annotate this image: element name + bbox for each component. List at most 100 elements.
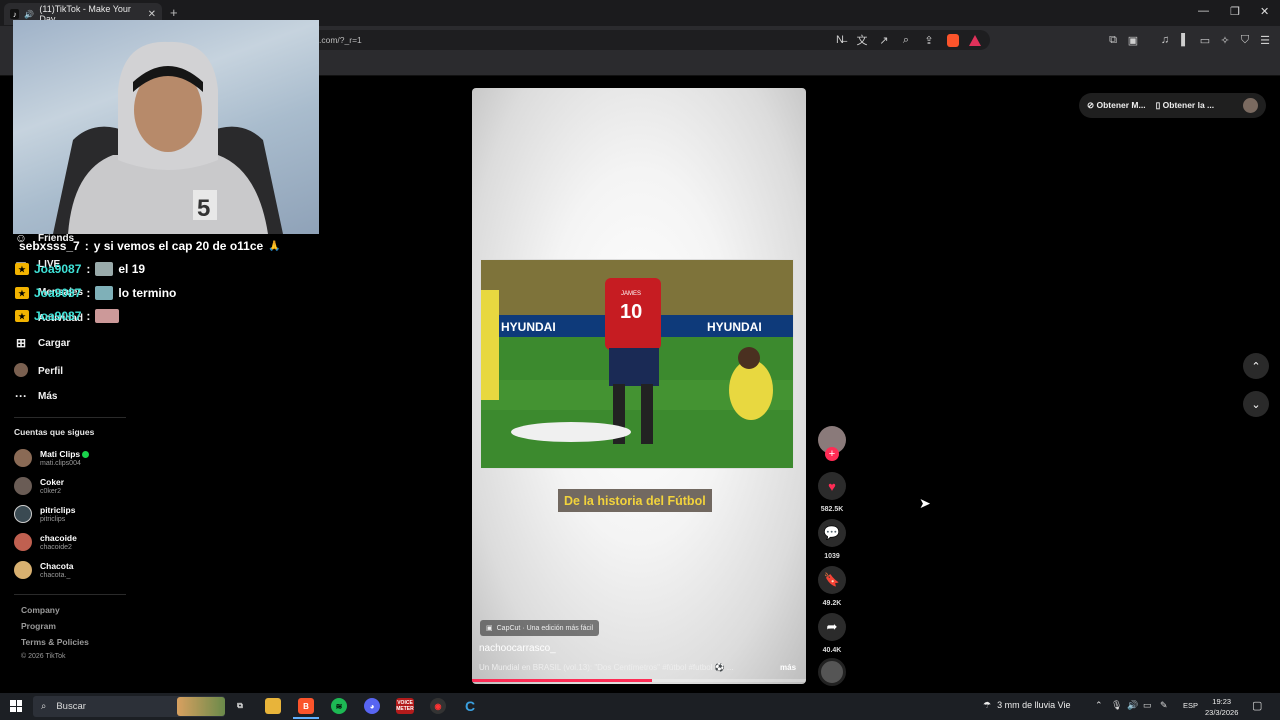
sidebar-item-more[interactable]: ··· Más — [14, 389, 57, 403]
following-account[interactable]: Mati Clips mati.clips004 — [14, 449, 90, 467]
active-app-indicator — [293, 717, 319, 719]
minimize-icon[interactable]: — — [1198, 5, 1209, 17]
restore-icon[interactable]: ❐ — [1230, 5, 1240, 18]
taskbar-search[interactable]: ⌕ Buscar — [33, 696, 225, 717]
board-text: HYUNDAI — [501, 320, 556, 334]
following-title: Cuentas que sigues — [14, 427, 95, 437]
capcut-app-icon[interactable]: C — [462, 698, 478, 714]
windows-start-icon[interactable] — [10, 700, 22, 712]
share-button[interactable]: ➦ 40.4K — [817, 613, 847, 654]
sidebar-item-upload[interactable]: ⊞ Cargar — [14, 336, 70, 350]
chevron-up-icon: ⌃ — [1251, 360, 1261, 373]
account-handle: chacoide2 — [40, 544, 72, 551]
tiktok-icon: ♪ — [10, 9, 20, 19]
network-icon[interactable]: ▭ — [1143, 700, 1152, 711]
close-icon[interactable]: ✕ — [1260, 5, 1269, 18]
get-app-button[interactable]: ⊘ Obtener M... — [1087, 100, 1146, 111]
jersey-number: 10 — [620, 301, 642, 323]
brave-shield-icon[interactable] — [946, 33, 960, 47]
obs-icon[interactable]: ◉ — [430, 698, 446, 714]
football-clip: HYUNDAI HYUNDAI JAMES 10 — [480, 259, 794, 469]
footer-program-link[interactable]: Program — [21, 621, 56, 631]
comment-button[interactable]: 💬 1039 — [817, 519, 847, 560]
chat-message: sebxsss_7 : y si vemos el cap 20 de o11c… — [19, 239, 281, 253]
new-tab-button[interactable]: + — [170, 5, 178, 20]
share-icon[interactable]: ⇪ — [922, 33, 936, 47]
following-account[interactable]: chacoide chacoide2 — [14, 533, 77, 551]
like-button[interactable]: ♥ 582.5K — [817, 472, 847, 513]
following-account[interactable]: Chacota chacota._ — [14, 561, 74, 579]
sidebar-icon[interactable]: ▌ — [1178, 33, 1192, 47]
author-avatar-button[interactable]: + — [817, 426, 847, 461]
brave-browser-icon[interactable]: B — [298, 698, 314, 714]
video-player[interactable]: HYUNDAI HYUNDAI JAMES 10 De la historia … — [472, 88, 806, 684]
footer-company-link[interactable]: Company — [21, 605, 60, 615]
capcut-icon: ▣ — [486, 625, 493, 632]
sound-icon[interactable]: 🔊 — [24, 10, 34, 19]
language-indicator[interactable]: ESP — [1183, 701, 1198, 710]
account-handle: pitriclips — [40, 516, 66, 523]
reader-off-icon[interactable]: N̶ — [833, 33, 847, 47]
discord-icon[interactable]: ◕ — [364, 698, 380, 714]
search-icon: ⌕ — [41, 701, 47, 712]
progress-bar[interactable] — [472, 679, 653, 682]
avatar — [14, 561, 32, 579]
following-account[interactable]: pitriclips pitriclips — [14, 505, 75, 523]
footer-terms-link[interactable]: Terms & Policies — [21, 637, 89, 647]
video-caption: De la historia del Fútbol — [558, 489, 712, 512]
next-video-button[interactable]: ⌄ — [1243, 391, 1269, 417]
get-desktop-button[interactable]: ▯ Obtener la ... — [1156, 100, 1215, 111]
chevron-down-icon: ⌄ — [1251, 398, 1261, 411]
notifications-icon[interactable]: ▢ — [1252, 699, 1262, 712]
tab-close-icon[interactable]: ✕ — [148, 9, 156, 20]
translate-icon[interactable]: 文 — [855, 33, 869, 47]
following-account[interactable]: Coker c0ker2 — [14, 477, 64, 495]
account-handle: mati.clips004 — [40, 460, 81, 467]
microphone-icon[interactable]: 🎙 — [1111, 700, 1122, 711]
spotify-icon[interactable]: ≋ — [331, 698, 347, 714]
rain-umbrella-icon: ☂ — [983, 700, 992, 710]
account-handle: chacota._ — [40, 572, 71, 579]
leo-ai-icon[interactable]: ✧ — [1218, 33, 1232, 47]
account-name: Coker — [40, 477, 65, 487]
streamer-webcam-image: 5 — [53, 41, 283, 234]
account-name: Mati Clips — [40, 449, 81, 459]
menu-icon[interactable]: ☰ — [1258, 33, 1272, 47]
tray-overflow-icon[interactable]: ⌃ — [1095, 700, 1103, 711]
file-explorer-icon[interactable] — [265, 698, 281, 714]
more-button[interactable]: más — [780, 663, 796, 672]
chat-text: el 19 — [118, 262, 146, 276]
open-external-icon[interactable]: ↗ — [877, 33, 891, 47]
screenshot-icon[interactable]: ▣ — [1126, 33, 1140, 47]
chat-message: ★ Joa9087 : el 19 — [15, 262, 145, 276]
capcut-tag[interactable]: ▣ CapCut · Una edición más fácil — [480, 620, 600, 636]
task-view-icon[interactable]: ⧉ — [232, 698, 248, 714]
wallet-icon[interactable]: ▭ — [1198, 33, 1212, 47]
media-icon[interactable]: ♫ — [1158, 33, 1172, 47]
follow-plus-icon[interactable]: + — [825, 447, 839, 461]
save-button[interactable]: 🔖 49.2K — [817, 566, 847, 607]
weather-widget[interactable]: ☂ 3 mm de lluvia Vie — [983, 700, 1070, 711]
vpn-icon[interactable]: ⛉ — [1238, 33, 1252, 47]
chat-separator: : — [86, 286, 91, 300]
online-status-icon — [82, 451, 90, 459]
sidebar-item-profile[interactable]: Perfil — [14, 363, 63, 380]
zoom-icon[interactable]: ⌕ — [899, 33, 913, 47]
chat-separator: : — [86, 262, 91, 276]
video-author[interactable]: nachoocarrasco_ — [479, 643, 556, 654]
mouse-cursor-icon: ➤ — [919, 495, 931, 511]
user-avatar[interactable] — [1243, 98, 1258, 113]
brave-rewards-icon[interactable] — [968, 33, 982, 47]
music-disc-button[interactable] — [817, 658, 847, 686]
music-disc-icon — [818, 658, 846, 686]
voicemeeter-icon[interactable]: VOICE METER — [396, 698, 414, 714]
taskbar-clock[interactable]: 19:23 23/3/2026 — [1205, 696, 1238, 718]
volume-icon[interactable]: 🔊 — [1127, 700, 1138, 711]
avatar — [14, 449, 32, 467]
share-arrow-icon: ➦ — [818, 613, 846, 641]
extensions-icon[interactable]: ⧉ — [1106, 33, 1120, 47]
previous-video-button[interactable]: ⌃ — [1243, 353, 1269, 379]
account-name: Chacota — [40, 561, 74, 571]
emote-icon — [95, 262, 114, 276]
pen-icon[interactable]: ✎ — [1160, 700, 1168, 711]
